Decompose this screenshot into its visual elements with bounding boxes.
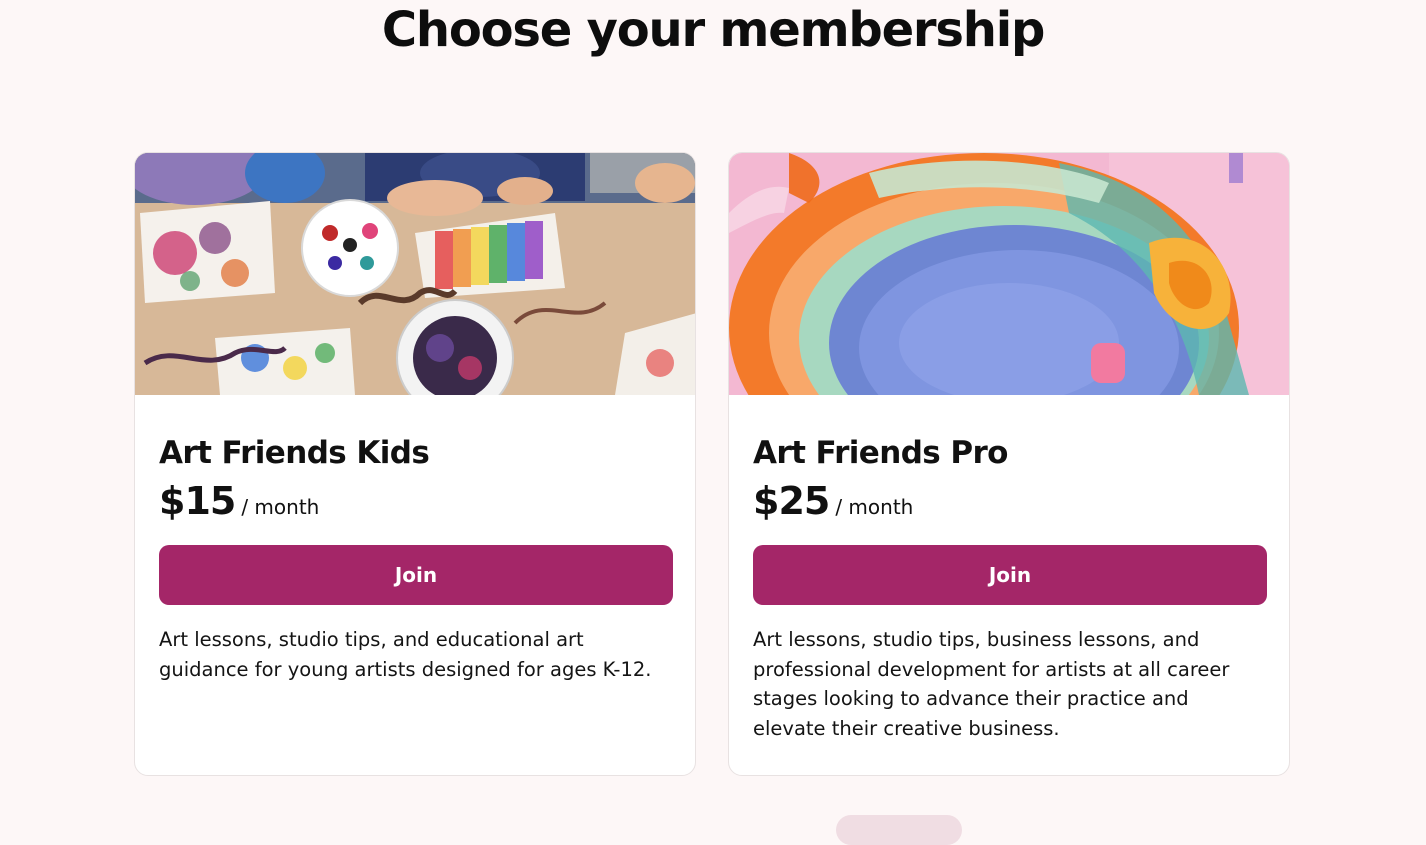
- abstract-painting-image: [729, 153, 1289, 395]
- page-title: Choose your membership: [381, 2, 1046, 58]
- price-row: $25 / month: [753, 479, 1265, 523]
- plan-price: $25: [753, 479, 830, 523]
- plan-price: $15: [159, 479, 236, 523]
- price-row: $15 / month: [159, 479, 671, 523]
- plan-period: / month: [835, 495, 914, 519]
- plan-name: Art Friends Kids: [159, 435, 430, 471]
- plan-description: Art lessons, studio tips, business lesso…: [753, 628, 1230, 740]
- kids-art-photo: [135, 153, 695, 395]
- join-button-pro[interactable]: Join: [753, 545, 1267, 605]
- membership-card-pro: Art Friends Pro $25 / month Join Art les…: [728, 152, 1290, 776]
- membership-card-kids: Art Friends Kids $15 / month Join Art le…: [134, 152, 696, 776]
- membership-cards: Art Friends Kids $15 / month Join Art le…: [134, 152, 1292, 778]
- plan-description: Art lessons, studio tips, and educationa…: [159, 628, 652, 681]
- join-button-kids[interactable]: Join: [159, 545, 673, 605]
- plan-period: / month: [241, 495, 320, 519]
- plan-name: Art Friends Pro: [753, 435, 1008, 471]
